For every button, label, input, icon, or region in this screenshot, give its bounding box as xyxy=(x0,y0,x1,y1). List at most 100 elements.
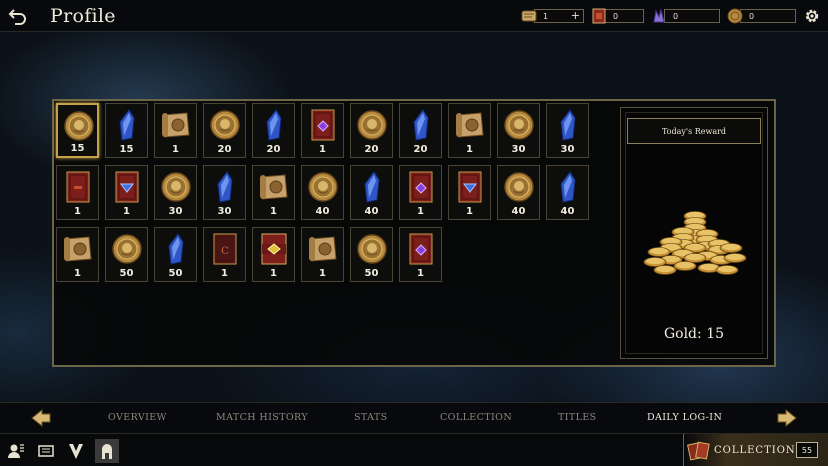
reward-amount: 1 xyxy=(172,144,179,155)
currency-crystals-box: 0 xyxy=(664,9,720,23)
back-button[interactable] xyxy=(6,4,30,28)
reward-amount: 1 xyxy=(74,206,81,217)
reward-amount: 20 xyxy=(266,144,281,155)
reward-day-cell[interactable]: 1 xyxy=(105,165,148,220)
arrow-left-icon xyxy=(31,408,51,428)
deck-icon xyxy=(38,445,54,457)
card-pack-icon xyxy=(60,169,95,205)
todays-reward-heading: Today's Reward xyxy=(627,118,761,144)
reward-day-cell[interactable]: 30 xyxy=(546,103,589,158)
crystal-icon xyxy=(109,107,144,143)
tab-next-button[interactable] xyxy=(774,406,800,430)
reward-day-cell[interactable]: 30 xyxy=(203,165,246,220)
reward-day-cell[interactable]: 1 xyxy=(154,103,197,158)
reward-day-cell[interactable]: 1 xyxy=(252,227,295,282)
tab-daily-log-in[interactable]: DAILY LOG-IN xyxy=(647,412,722,423)
reward-day-cell[interactable]: 1 xyxy=(448,103,491,158)
reward-amount: 1 xyxy=(466,144,473,155)
reward-day-cell[interactable]: 50 xyxy=(154,227,197,282)
gear-icon xyxy=(805,9,819,23)
reward-amount: 20 xyxy=(364,144,379,155)
crystal-icon xyxy=(256,107,291,143)
reward-day-cell[interactable]: 50 xyxy=(350,227,393,282)
faction-icon xyxy=(69,444,83,459)
reward-day-cell[interactable]: 40 xyxy=(350,165,393,220)
reward-amount: 1 xyxy=(270,268,277,279)
card-pack-icon xyxy=(403,169,438,205)
tab-match-history[interactable]: MATCH HISTORY xyxy=(216,412,308,423)
reward-day-cell[interactable]: 30 xyxy=(154,165,197,220)
reward-day-cell[interactable]: 1 xyxy=(399,227,442,282)
reward-day-cell[interactable]: 20 xyxy=(399,103,442,158)
currency-scrolls[interactable]: 1 + xyxy=(520,7,584,25)
reward-day-cell[interactable]: 30 xyxy=(497,103,540,158)
reward-day-cell[interactable]: 20 xyxy=(350,103,393,158)
reward-amount: 15 xyxy=(119,144,134,155)
currency-scrolls-box: 1 + xyxy=(534,9,584,23)
reward-amount: 40 xyxy=(560,206,575,217)
currency-gold[interactable]: 0 xyxy=(726,7,796,25)
helmet-button[interactable] xyxy=(95,439,119,463)
crystal-icon xyxy=(650,7,668,25)
reward-amount: 1 xyxy=(123,206,130,217)
reward-amount: 50 xyxy=(364,268,379,279)
reward-amount: 1 xyxy=(319,268,326,279)
reward-amount: 50 xyxy=(168,268,183,279)
helmet-icon xyxy=(102,444,112,459)
currency-packs-box: 0 xyxy=(604,9,644,23)
reward-day-cell[interactable]: 20 xyxy=(203,103,246,158)
gold-pile-icon xyxy=(635,198,757,288)
collection-label: COLLECTION xyxy=(714,445,796,456)
reward-day-cell[interactable]: 1 xyxy=(399,165,442,220)
todays-reward-panel: Today's Reward Gold: 15 xyxy=(620,107,768,359)
reward-day-cell[interactable]: 1 xyxy=(448,165,491,220)
tab-titles[interactable]: TITLES xyxy=(558,412,597,423)
reward-amount: 30 xyxy=(511,144,526,155)
tab-overview[interactable]: OVERVIEW xyxy=(108,412,167,423)
reward-amount: 40 xyxy=(364,206,379,217)
reward-day-cell[interactable]: 40 xyxy=(301,165,344,220)
reward-amount: 1 xyxy=(270,206,277,217)
gold-coin-icon xyxy=(501,107,536,143)
profile-button[interactable] xyxy=(4,439,28,463)
crystal-icon xyxy=(158,231,193,267)
currency-packs[interactable]: 0 xyxy=(590,7,644,25)
scroll-icon xyxy=(452,107,487,143)
reward-day-cell[interactable]: 1 xyxy=(56,227,99,282)
tab-collection[interactable]: COLLECTION xyxy=(440,412,512,423)
reward-amount: 40 xyxy=(315,206,330,217)
currency-gold-value: 0 xyxy=(749,11,755,21)
reward-day-cell[interactable]: 15 xyxy=(105,103,148,158)
reward-day-cell[interactable]: 50 xyxy=(105,227,148,282)
gold-coin-icon xyxy=(158,169,193,205)
reward-day-cell[interactable]: 1 xyxy=(301,103,344,158)
reward-amount: 20 xyxy=(413,144,428,155)
tab-stats[interactable]: STATS xyxy=(354,412,388,423)
collection-button[interactable]: COLLECTION 55 xyxy=(683,434,828,466)
reward-day-cell[interactable]: 1 xyxy=(56,165,99,220)
tab-prev-button[interactable] xyxy=(28,406,54,430)
settings-button[interactable] xyxy=(802,6,822,26)
reward-amount: 40 xyxy=(511,206,526,217)
bottom-bar: COLLECTION 55 xyxy=(0,433,828,466)
reward-day-cell[interactable]: C1 xyxy=(203,227,246,282)
reward-amount: 1 xyxy=(466,206,473,217)
reward-day-cell[interactable]: 40 xyxy=(546,165,589,220)
card-pack-icon xyxy=(256,231,291,267)
deck-button[interactable] xyxy=(34,439,58,463)
currency-crystals[interactable]: 0 xyxy=(650,7,720,25)
scroll-icon xyxy=(60,231,95,267)
crystal-icon xyxy=(207,169,242,205)
reward-day-cell[interactable]: 20 xyxy=(252,103,295,158)
reward-day-cell[interactable]: 40 xyxy=(497,165,540,220)
faction-button[interactable] xyxy=(64,439,88,463)
reward-day-cell[interactable]: 1 xyxy=(252,165,295,220)
tab-bar: OVERVIEW MATCH HISTORY STATS COLLECTION … xyxy=(0,402,828,432)
reward-amount: 1 xyxy=(417,268,424,279)
currency-crystals-value: 0 xyxy=(673,11,679,21)
gold-coin-icon xyxy=(354,231,389,267)
reward-amount: 15 xyxy=(70,143,85,154)
reward-day-cell[interactable]: 1 xyxy=(301,227,344,282)
buy-scrolls-button[interactable]: + xyxy=(571,10,580,22)
reward-day-cell[interactable]: 15 xyxy=(56,103,99,158)
